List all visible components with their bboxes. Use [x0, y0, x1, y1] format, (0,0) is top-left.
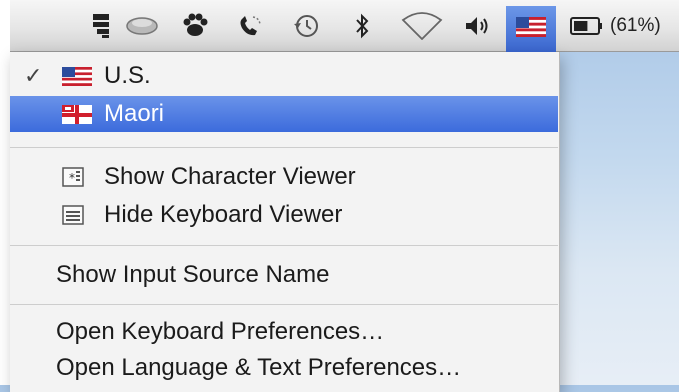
input-menu-dropdown: ✓ U.S. Maori * Show Character Viewer Hid… [10, 52, 560, 392]
menu-separator [10, 245, 558, 246]
menu-separator [10, 304, 558, 305]
us-flag-icon [62, 67, 92, 86]
menu-item-open-keyboard-preferences[interactable]: Open Keyboard Preferences… [10, 314, 558, 350]
svg-text:*: * [69, 171, 75, 185]
stacks-icon[interactable] [90, 8, 114, 44]
menu-separator [10, 147, 558, 148]
menu-item-us[interactable]: ✓ U.S. [10, 58, 558, 94]
window-edge [0, 0, 10, 385]
menu-item-label: Show Input Source Name [56, 261, 330, 288]
menu-item-show-character-viewer[interactable]: * Show Character Viewer [10, 159, 558, 195]
wifi-icon[interactable] [400, 8, 444, 44]
battery-icon [570, 17, 602, 35]
menu-item-show-input-source-name[interactable]: Show Input Source Name [10, 257, 558, 293]
growl-paw-icon[interactable] [180, 8, 210, 44]
phone-icon[interactable] [235, 8, 265, 44]
menu-item-label: Open Language & Text Preferences… [56, 354, 462, 381]
nz-maori-flag-icon [62, 105, 92, 124]
bluetooth-icon[interactable] [350, 8, 374, 44]
keyboard-viewer-icon [62, 205, 84, 225]
character-viewer-icon: * [62, 167, 84, 187]
menu-item-label: Open Keyboard Preferences… [56, 318, 385, 345]
battery-percentage: (61%) [610, 15, 661, 36]
cloud-icon[interactable] [124, 8, 160, 44]
menu-item-label: U.S. [104, 62, 151, 89]
us-flag-icon [516, 17, 546, 37]
volume-icon[interactable] [462, 8, 492, 44]
menu-item-label: Show Character Viewer [104, 163, 356, 190]
menu-item-maori[interactable]: Maori [10, 96, 558, 132]
battery-status[interactable]: (61%) [570, 8, 661, 44]
checkmark-icon: ✓ [24, 63, 43, 88]
menu-item-label: Maori [104, 100, 165, 127]
menu-item-hide-keyboard-viewer[interactable]: Hide Keyboard Viewer [10, 197, 558, 233]
menu-item-label: Hide Keyboard Viewer [104, 201, 343, 228]
time-machine-icon[interactable] [290, 8, 322, 44]
menu-bar: (61%) [10, 0, 679, 52]
input-menu-button[interactable] [506, 6, 556, 52]
menu-item-open-language-text-preferences[interactable]: Open Language & Text Preferences… [10, 350, 558, 386]
